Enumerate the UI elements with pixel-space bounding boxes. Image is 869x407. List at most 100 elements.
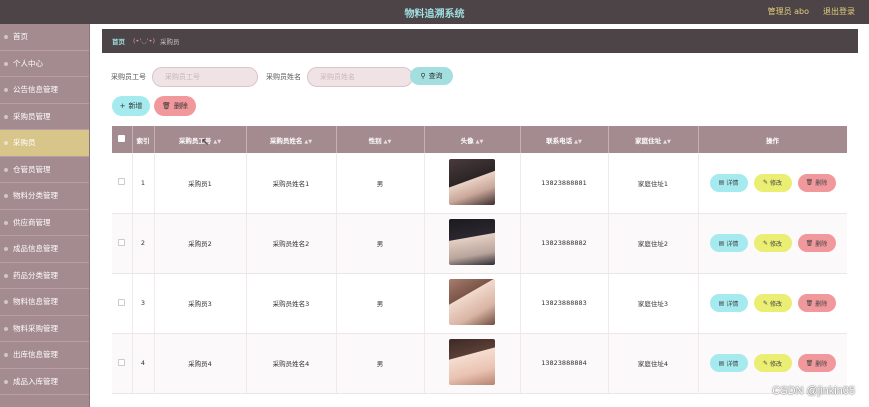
buyer-id-label: 采购员工号 (111, 73, 146, 81)
sort-icon[interactable]: ▲▼ (304, 139, 312, 145)
document-icon: ▤ (718, 179, 725, 187)
table-row: 1 采购员1 采购员姓名1 男 13823888881 家庭住址1 ▤ 详情 ✎ 修… (112, 153, 847, 214)
avatar[interactable] (449, 339, 495, 385)
avatar[interactable] (449, 158, 495, 205)
detail-label: 详情 (726, 180, 739, 188)
cell-buyer-name: 采购员姓名2 (246, 213, 337, 274)
sidebar-item-suppliers[interactable]: 供应商管理 (0, 210, 89, 236)
delete-label: 删除 (815, 180, 828, 188)
sidebar-item-procurement[interactable]: 物料采购管理 (0, 316, 89, 342)
column-header-buyer-name[interactable]: 采购员姓名 ▲▼ (246, 126, 337, 153)
sidebar-item-home[interactable]: 首页 (0, 24, 89, 51)
delete-button[interactable]: 🗑 删除 (797, 173, 836, 192)
buyer-id-input[interactable]: 采购员工号 (152, 67, 258, 87)
buyer-table: 索引 采购员工号 ▲▼ 采购员姓名 ▲▼ 性别 ▲▼ 头像 ▲▼ 联系电话 ▲▼ 家庭住址… (112, 126, 847, 407)
delete-button[interactable]: 🗑 删除 (797, 354, 836, 372)
detail-button[interactable]: ▤ 详情 (709, 294, 748, 312)
edit-button[interactable]: ✎ 修改 (753, 173, 792, 192)
column-header-avatar[interactable]: 头像 ▲▼ (424, 126, 521, 153)
sidebar-item-label: 个人中心 (13, 58, 43, 68)
sidebar-item-label: 物料采购管理 (13, 323, 58, 333)
column-header-gender[interactable]: 性别 ▲▼ (336, 126, 425, 153)
column-header-label: 家庭住址 (635, 136, 662, 145)
cell-phone: 13823888883 (520, 273, 609, 334)
cell-phone: 13823888884 (520, 333, 609, 394)
sidebar-item-materials[interactable]: 物料信息管理 (0, 289, 89, 316)
avatar[interactable] (449, 219, 495, 265)
sort-icon[interactable]: ▲▼ (476, 139, 484, 145)
detail-button[interactable]: ▤ 详情 (709, 354, 748, 372)
column-header-buyer-id[interactable]: 采购员工号 ▲▼ (154, 126, 247, 153)
select-all-checkbox[interactable] (118, 135, 126, 142)
sort-icon[interactable]: ▲▼ (213, 139, 221, 145)
sidebar-item-label: 采购员管理 (13, 111, 51, 121)
mouse-cursor-icon: ↖ (201, 137, 210, 148)
sort-icon[interactable]: ▲▼ (663, 139, 671, 145)
add-button[interactable]: + 新增 (112, 96, 150, 116)
sidebar-item-announcements[interactable]: 公告信息管理 (0, 77, 89, 104)
table-row: 2 采购员2 采购员姓名2 男 13823888882 家庭住址2 ▤ 详情 ✎ 修… (112, 213, 847, 274)
column-header-address[interactable]: 家庭住址 ▲▼ (608, 126, 699, 153)
watermark: CSDN @jinkin05 (772, 385, 855, 397)
sidebar-item-label: 公告信息管理 (13, 85, 58, 95)
sidebar-item-buyer-admin[interactable]: 采购员管理 (0, 104, 89, 130)
pencil-icon: ✎ (762, 359, 768, 367)
sidebar-item-outbound[interactable]: 出库信息管理 (0, 342, 89, 369)
sidebar-item-label: 出库信息管理 (13, 350, 58, 360)
sidebar-item-product-inbound[interactable]: 成品入库管理 (0, 369, 89, 395)
search-button[interactable]: ⚲ 查询 (410, 67, 453, 85)
sidebar-item-material-categories[interactable]: 物料分类管理 (0, 183, 89, 210)
logout-link[interactable]: 退出登录 (823, 6, 855, 17)
table-row: 4 采购员4 采购员姓名4 男 13823888884 家庭住址4 ▤ 详情 ✎ 修… (112, 333, 847, 394)
edit-button[interactable]: ✎ 修改 (753, 234, 792, 252)
sidebar-item-personal-center[interactable]: 个人中心 (0, 51, 89, 77)
sidebar-item-warehouse-keepers[interactable]: 仓管员管理 (0, 157, 89, 183)
cell-gender: 男 (336, 273, 425, 334)
cell-gender: 男 (336, 333, 425, 394)
row-checkbox[interactable] (118, 178, 126, 186)
breadcrumb: 首页 (•'◡'•) 采购员 (102, 29, 858, 53)
column-header-label: 索引 (136, 136, 150, 145)
sidebar-item-label: 首页 (13, 32, 28, 42)
row-checkbox[interactable] (118, 358, 126, 366)
main-content: 首页 (•'◡'•) 采购员 采购员工号 采购员工号 采购员姓名 采购员姓名 ⚲… (92, 24, 869, 407)
batch-delete-button[interactable]: 🗑 删除 (154, 96, 196, 116)
sidebar-item-label: 成品入库管理 (13, 376, 58, 386)
edit-button[interactable]: ✎ 修改 (753, 354, 792, 372)
cell-address: 家庭住址4 (608, 333, 699, 394)
row-checkbox[interactable] (118, 298, 126, 306)
buyer-name-input[interactable]: 采购员姓名 (307, 67, 413, 87)
detail-button[interactable]: ▤ 详情 (709, 173, 748, 192)
sidebar-item-buyer[interactable]: 采购员 (0, 130, 89, 157)
delete-button[interactable]: 🗑 删除 (797, 294, 836, 312)
sidebar-item-drug-categories[interactable]: 药品分类管理 (0, 263, 89, 289)
breadcrumb-home[interactable]: 首页 (112, 36, 125, 46)
sidebar-item-label: 仓管员管理 (13, 164, 51, 174)
sidebar-item-products[interactable]: 成品信息管理 (0, 236, 89, 263)
delete-button[interactable]: 🗑 删除 (797, 234, 836, 252)
cell-address: 家庭住址1 (608, 153, 699, 214)
select-all-cell[interactable] (112, 126, 133, 153)
trash-icon: 🗑 (805, 299, 814, 307)
detail-button[interactable]: ▤ 详情 (709, 234, 748, 252)
add-button-label: 新增 (128, 102, 143, 110)
trash-icon: 🗑 (805, 179, 814, 187)
delete-label: 删除 (815, 240, 828, 248)
top-bar: 物料追溯系统 管理员 abo 退出登录 (0, 0, 869, 24)
column-header-phone[interactable]: 联系电话 ▲▼ (520, 126, 609, 153)
edit-button[interactable]: ✎ 修改 (753, 294, 792, 312)
row-actions: ▤ 详情 ✎ 修改 🗑 删除 (699, 294, 847, 312)
cell-phone: 13823888881 (520, 153, 609, 214)
sidebar-item-label: 成品信息管理 (13, 244, 58, 254)
edit-label: 修改 (770, 180, 783, 188)
row-checkbox[interactable] (118, 238, 126, 246)
avatar[interactable] (449, 279, 495, 325)
sort-icon[interactable]: ▲▼ (384, 139, 392, 145)
cell-index: 3 (132, 273, 155, 334)
cell-index: 1 (132, 153, 155, 214)
detail-label: 详情 (726, 300, 739, 308)
cell-buyer-id: 采购员1 (154, 153, 247, 214)
cell-gender: 男 (336, 153, 425, 214)
app-title: 物料追溯系统 (404, 9, 465, 20)
sort-icon[interactable]: ▲▼ (574, 139, 582, 145)
